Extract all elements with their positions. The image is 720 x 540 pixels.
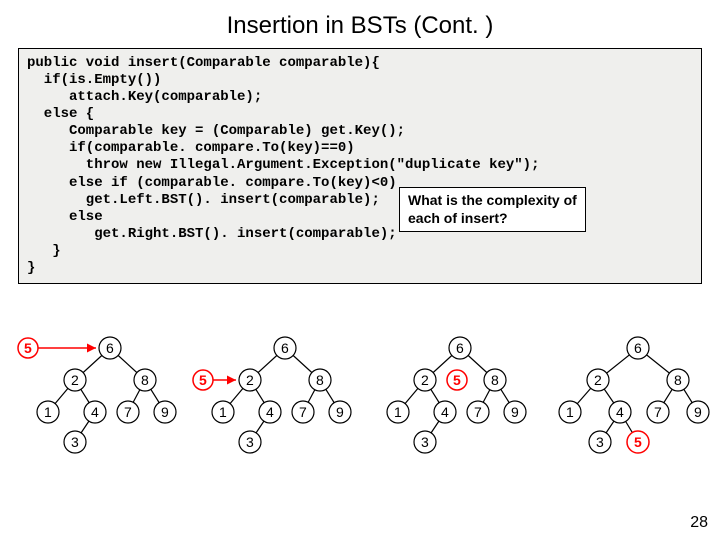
tree-diagrams: 6 2 8 1 4 7 9 3 5 6 2 8 — [0, 320, 720, 510]
svg-text:7: 7 — [299, 404, 307, 420]
complexity-callout: What is the complexity of each of insert… — [399, 187, 586, 232]
svg-text:4: 4 — [266, 404, 274, 420]
page-number: 28 — [690, 514, 708, 532]
svg-text:2: 2 — [71, 372, 79, 388]
svg-text:2: 2 — [421, 372, 429, 388]
svg-text:5: 5 — [453, 372, 461, 388]
svg-text:1: 1 — [566, 404, 574, 420]
trees-svg: 6 2 8 1 4 7 9 3 5 6 2 8 — [0, 320, 720, 510]
svg-text:6: 6 — [456, 340, 464, 356]
svg-text:6: 6 — [106, 340, 114, 356]
svg-text:7: 7 — [474, 404, 482, 420]
tree-4: 6 2 8 1 4 7 9 3 5 — [559, 337, 709, 453]
tree-2: 6 2 8 1 4 7 9 3 5 — [193, 337, 351, 453]
svg-text:8: 8 — [316, 372, 324, 388]
svg-text:9: 9 — [694, 404, 702, 420]
svg-text:2: 2 — [594, 372, 602, 388]
tree-3: 6 2 8 1 4 7 9 3 5 — [387, 337, 526, 453]
svg-text:7: 7 — [654, 404, 662, 420]
svg-text:3: 3 — [246, 434, 254, 450]
svg-text:5: 5 — [634, 434, 642, 450]
svg-text:4: 4 — [91, 404, 99, 420]
svg-text:1: 1 — [219, 404, 227, 420]
svg-text:3: 3 — [421, 434, 429, 450]
svg-text:9: 9 — [336, 404, 344, 420]
svg-text:1: 1 — [394, 404, 402, 420]
code-block: public void insert(Comparable comparable… — [27, 55, 693, 277]
callout-line1: What is the complexity of — [408, 192, 577, 208]
svg-text:4: 4 — [441, 404, 449, 420]
svg-text:3: 3 — [596, 434, 604, 450]
svg-text:5: 5 — [199, 372, 207, 388]
callout-line2: each of insert? — [408, 210, 508, 226]
svg-text:3: 3 — [71, 434, 79, 450]
svg-text:8: 8 — [491, 372, 499, 388]
svg-text:8: 8 — [141, 372, 149, 388]
svg-text:6: 6 — [281, 340, 289, 356]
svg-text:5: 5 — [24, 340, 32, 356]
svg-text:1: 1 — [44, 404, 52, 420]
svg-text:9: 9 — [511, 404, 519, 420]
slide-title: Insertion in BSTs (Cont. ) — [0, 0, 720, 40]
svg-text:4: 4 — [616, 404, 624, 420]
svg-text:2: 2 — [246, 372, 254, 388]
code-box: public void insert(Comparable comparable… — [18, 48, 702, 284]
tree-1: 6 2 8 1 4 7 9 3 5 — [18, 337, 176, 453]
svg-text:9: 9 — [161, 404, 169, 420]
svg-text:8: 8 — [674, 372, 682, 388]
svg-text:6: 6 — [634, 340, 642, 356]
svg-text:7: 7 — [124, 404, 132, 420]
